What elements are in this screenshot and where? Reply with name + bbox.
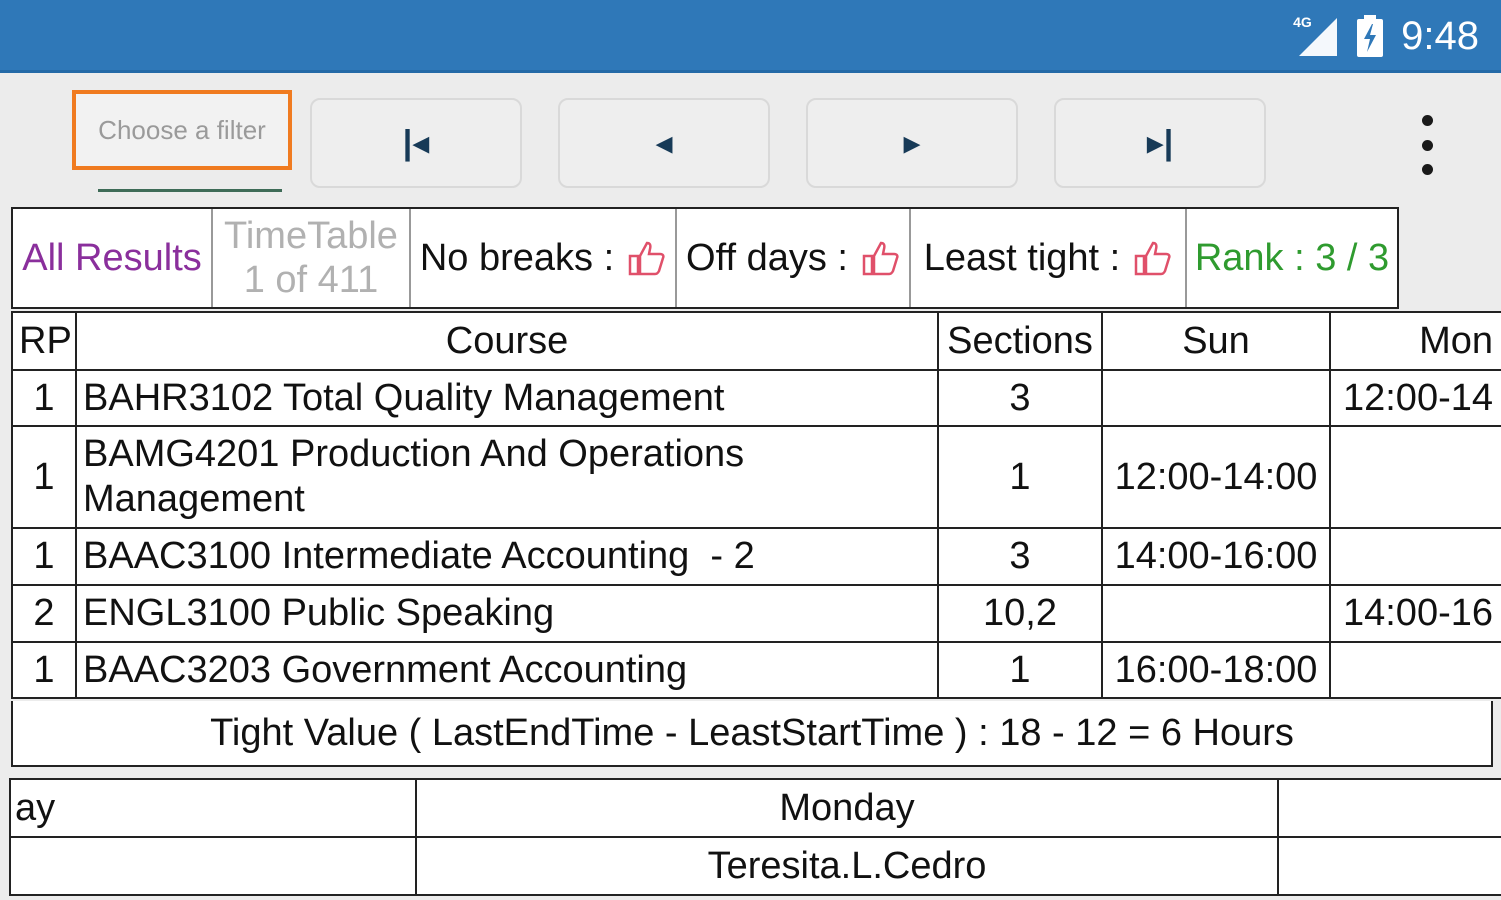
cell-course: BAMG4201 Production And Operations Manag… [75, 425, 939, 529]
thumbs-up-icon [1134, 241, 1171, 276]
more-vertical-icon[interactable] [1410, 115, 1444, 175]
cell-sections: 3 [937, 369, 1103, 427]
rank-label: Rank : 3 / 3 [1187, 209, 1397, 307]
cell-mon [1329, 641, 1501, 699]
timetable-counter: TimeTable 1 of 411 [213, 209, 411, 307]
cell-rp: 1 [11, 369, 77, 427]
no-breaks-indicator: No breaks : [411, 209, 677, 307]
least-tight-label: Least tight : [923, 236, 1121, 279]
previous-icon: ◂ [655, 124, 673, 162]
first-page-button[interactable]: |◂ [310, 98, 522, 188]
battery-charging-icon [1357, 15, 1384, 57]
cell-mon: 14:00-16 [1329, 584, 1501, 643]
thumbs-up-icon [862, 241, 899, 276]
header-rp: RP [11, 311, 77, 371]
cell-empty [9, 836, 417, 896]
table-row: Teresita.L.Cedro [9, 836, 1501, 896]
previous-page-button[interactable]: ◂ [558, 98, 770, 188]
cell-monday: Monday [415, 778, 1279, 838]
timetable-label: TimeTable [224, 215, 398, 257]
all-results-label: All Results [22, 236, 202, 279]
cell-course: BAAC3100 Intermediate Accounting - 2 [75, 527, 939, 586]
next-page-button[interactable]: ▸ [806, 98, 1018, 188]
header-sections: Sections [937, 311, 1103, 371]
filter-underline [98, 189, 282, 192]
table-row[interactable]: 1 BAAC3100 Intermediate Accounting - 2 3… [11, 527, 1501, 586]
cell-rp: 1 [11, 641, 77, 699]
cell-empty [1277, 778, 1501, 838]
all-results-link[interactable]: All Results [13, 209, 213, 307]
clock: 9:48 [1401, 13, 1479, 58]
cell-sun: 12:00-14:00 [1101, 425, 1331, 529]
cell-course: BAAC3203 Government Accounting [75, 641, 939, 699]
tight-value-summary: Tight Value ( LastEndTime - LeastStartTi… [11, 701, 1493, 767]
cell-rp: 1 [11, 425, 77, 529]
off-days-indicator: Off days : [677, 209, 911, 307]
status-bar: 4G 9:48 [0, 0, 1501, 73]
next-icon: ▸ [903, 124, 921, 162]
timetable-count: 1 of 411 [243, 259, 379, 301]
last-page-button[interactable]: ▸| [1054, 98, 1266, 188]
cell-sections: 1 [937, 641, 1103, 699]
cell-rp: 2 [11, 584, 77, 643]
no-breaks-label: No breaks : [419, 236, 615, 279]
first-page-icon: |◂ [402, 124, 430, 162]
cell-course: BAHR3102 Total Quality Management [75, 369, 939, 427]
cell-sun [1101, 369, 1331, 427]
status-icons: 4G 9:48 [1293, 10, 1479, 62]
signal-icon: 4G [1293, 14, 1339, 58]
cell-mon [1329, 425, 1501, 529]
cell-sun: 14:00-16:00 [1101, 527, 1331, 586]
cell-sections: 3 [937, 527, 1103, 586]
cell-instructor: Teresita.L.Cedro [415, 836, 1279, 896]
table-row[interactable]: 1 BAAC3203 Government Accounting 1 16:00… [11, 641, 1501, 699]
cell-sections: 10,2 [937, 584, 1103, 643]
table-row[interactable]: 1 BAHR3102 Total Quality Management 3 12… [11, 369, 1501, 427]
schedule-table: RP Course Sections Sun Mon 1 BAHR3102 To… [11, 311, 1501, 699]
filter-dropdown[interactable]: Choose a filter [72, 90, 292, 170]
result-summary: All Results TimeTable 1 of 411 No breaks… [11, 207, 1399, 309]
cell-course: ENGL3100 Public Speaking [75, 584, 939, 643]
last-page-icon: ▸| [1146, 124, 1174, 162]
thumbs-up-icon [628, 241, 665, 276]
table-row[interactable]: 1 BAMG4201 Production And Operations Man… [11, 425, 1501, 529]
off-days-label: Off days : [686, 236, 848, 279]
cell-rp: 1 [11, 527, 77, 586]
table-row[interactable]: 2 ENGL3100 Public Speaking 10,2 14:00-16 [11, 584, 1501, 643]
tight-value-text: Tight Value ( LastEndTime - LeastStartTi… [210, 711, 1294, 754]
day-detail-table: ay Monday Teresita.L.Cedro [9, 778, 1501, 896]
rank-text: Rank : 3 / 3 [1194, 236, 1390, 279]
filter-placeholder: Choose a filter [98, 114, 266, 145]
cell-mon [1329, 527, 1501, 586]
header-mon: Mon [1329, 311, 1501, 371]
cell-mon: 12:00-14 [1329, 369, 1501, 427]
header-course: Course [75, 311, 939, 371]
header-sun: Sun [1101, 311, 1331, 371]
least-tight-indicator: Least tight : [911, 209, 1187, 307]
table-row: ay Monday [9, 778, 1501, 838]
table-header-row: RP Course Sections Sun Mon [11, 311, 1501, 371]
cell-sun [1101, 584, 1331, 643]
cell-sun: 16:00-18:00 [1101, 641, 1331, 699]
cell-empty [1277, 836, 1501, 896]
cell-day: ay [9, 778, 417, 838]
cell-sections: 1 [937, 425, 1103, 529]
